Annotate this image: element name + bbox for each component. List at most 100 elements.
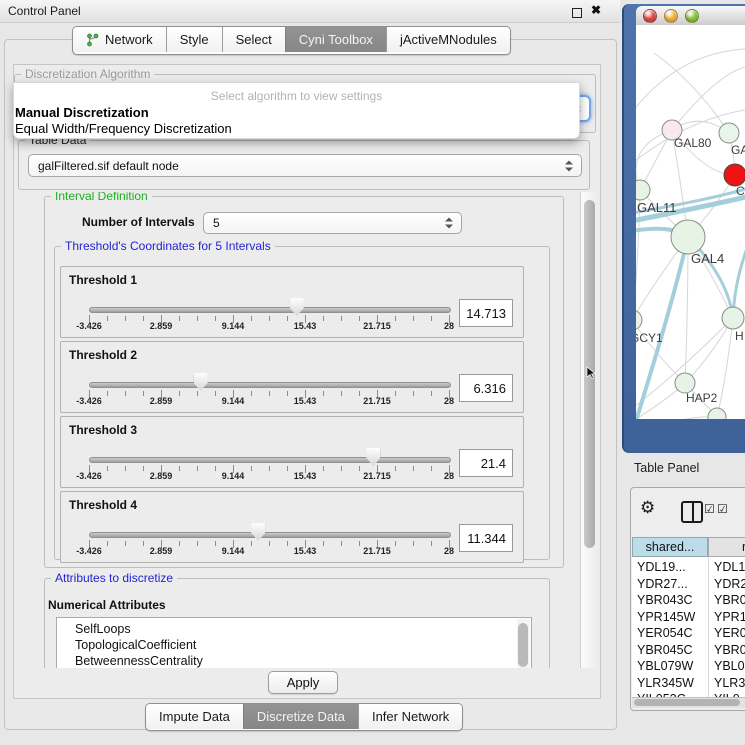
network-node[interactable] xyxy=(636,310,642,330)
table-row-cell[interactable]: YPR1 xyxy=(714,610,745,626)
close-icon[interactable]: ✖ xyxy=(591,3,601,17)
slider-tick-label: 28 xyxy=(444,471,454,481)
network-edge[interactable] xyxy=(636,417,717,419)
combo-stepper-icon xyxy=(445,218,453,229)
network-node-label: GAL80 xyxy=(674,136,712,150)
slider-minor-tick xyxy=(269,391,270,396)
minimize-light[interactable] xyxy=(664,9,678,23)
threshold-slider-thumb[interactable] xyxy=(194,373,208,391)
tab-label: Impute Data xyxy=(159,709,230,724)
algorithm-dropdown-popup: Select algorithm to view settings Manual… xyxy=(13,82,580,139)
attributes-list-scrollbar[interactable] xyxy=(517,619,530,668)
network-edge[interactable] xyxy=(654,53,729,133)
network-edge[interactable] xyxy=(717,318,733,417)
checkbox-icon[interactable]: ☑ xyxy=(704,502,715,516)
settings-gear-icon[interactable]: ⚙ xyxy=(640,498,655,518)
float-window-icon[interactable] xyxy=(572,8,582,18)
table-row-cell[interactable]: YBR0 xyxy=(714,593,745,609)
threshold-slider-track[interactable] xyxy=(89,307,451,313)
checkbox-icon[interactable]: ☑ xyxy=(717,502,728,516)
column-header-name[interactable]: n xyxy=(708,537,745,557)
apply-button[interactable]: Apply xyxy=(268,671,338,694)
zoom-light[interactable] xyxy=(685,9,699,23)
threshold-slider-thumb[interactable] xyxy=(251,523,265,541)
table-row-cell[interactable]: YLR345W xyxy=(637,676,694,692)
table-row-cell[interactable]: YER054C xyxy=(637,626,693,642)
tab-impute-data[interactable]: Impute Data xyxy=(146,704,243,729)
tab-cyni-toolbox[interactable]: Cyni Toolbox xyxy=(285,27,386,52)
network-edge[interactable] xyxy=(636,49,745,115)
network-node-label: GAL4 xyxy=(691,251,724,266)
network-node[interactable] xyxy=(636,180,650,200)
list-item[interactable]: BetweennessCentrality xyxy=(75,654,203,668)
threshold-value-field[interactable]: 11.344 xyxy=(459,524,513,552)
table-row-cell[interactable]: YBL0 xyxy=(714,659,745,675)
table-row-cell[interactable]: YBR043C xyxy=(637,593,693,609)
slider-tick-label: 21.715 xyxy=(363,471,391,481)
table-row-cell[interactable]: YBR0 xyxy=(714,643,745,659)
threshold-slider-thumb[interactable] xyxy=(290,298,304,316)
tab-infer-network[interactable]: Infer Network xyxy=(358,704,462,729)
slider-minor-tick xyxy=(323,466,324,471)
list-item[interactable]: SelfLoops xyxy=(75,622,131,638)
slider-minor-tick xyxy=(341,391,342,396)
slider-minor-tick xyxy=(395,316,396,321)
column-header-shared-name[interactable]: shared... xyxy=(632,537,708,557)
table-row-cell[interactable]: YPR145W xyxy=(637,610,695,626)
table-data-combobox[interactable]: galFiltered.sif default node xyxy=(28,154,582,177)
numerical-attributes-list[interactable]: SelfLoopsTopologicalCoefficientBetweenne… xyxy=(56,617,532,668)
table-hscroll-thumb[interactable] xyxy=(634,699,740,706)
slider-minor-tick xyxy=(413,316,414,321)
network-node[interactable] xyxy=(724,164,745,186)
threshold-slider-track[interactable] xyxy=(89,457,451,463)
slider-minor-tick xyxy=(269,466,270,471)
network-edge[interactable] xyxy=(636,320,685,383)
tab-select[interactable]: Select xyxy=(222,27,285,52)
threshold-slider-track[interactable] xyxy=(89,532,451,538)
table-row-cell[interactable]: YDR2 xyxy=(714,577,745,593)
table-row-cell[interactable]: YDL1 xyxy=(714,560,745,576)
attributes-scroll-thumb[interactable] xyxy=(518,623,528,667)
list-item[interactable]: TopologicalCoefficient xyxy=(75,638,196,654)
tab-network[interactable]: Network xyxy=(73,27,166,52)
node-table[interactable]: shared...n YDL19... YDL1 YDR27... YDR2 YBR043… xyxy=(632,537,745,707)
threshold-label: Threshold 3 xyxy=(69,423,137,437)
split-columns-icon[interactable] xyxy=(681,501,703,523)
tab-jactivemnodules[interactable]: jActiveMNodules xyxy=(386,27,510,52)
tab-style[interactable]: Style xyxy=(166,27,222,52)
network-node[interactable] xyxy=(719,123,739,143)
popup-item-equal-width-frequency[interactable]: Equal Width/Frequency Discretization xyxy=(15,121,232,136)
close-light[interactable] xyxy=(643,9,657,23)
network-window-titlebar[interactable] xyxy=(636,6,745,26)
threshold-label: Threshold 4 xyxy=(69,498,137,512)
network-node[interactable] xyxy=(671,220,705,254)
popup-item-manual-discretization[interactable]: Manual Discretization xyxy=(15,105,149,120)
slider-tick-label: -3.426 xyxy=(76,546,102,556)
settings-vertical-scrollbar[interactable] xyxy=(580,192,598,668)
slider-minor-tick xyxy=(395,466,396,471)
table-row-cell[interactable]: YDR27... xyxy=(637,577,688,593)
table-horizontal-scrollbar[interactable] xyxy=(632,697,745,708)
table-row-cell[interactable]: YER0 xyxy=(714,626,745,642)
tab-discretize-data[interactable]: Discretize Data xyxy=(243,704,358,729)
threshold-value-field[interactable]: 14.713 xyxy=(459,299,513,327)
slider-minor-tick xyxy=(215,466,216,471)
network-node[interactable] xyxy=(722,307,744,329)
table-row-cell[interactable]: YBL079W xyxy=(637,659,693,675)
threshold-panel: Threshold 3-3.4262.8599.14415.4321.71528… xyxy=(60,416,524,488)
slider-minor-tick xyxy=(413,541,414,546)
number-of-intervals-combobox[interactable]: 5 xyxy=(203,212,462,234)
slider-minor-tick xyxy=(323,316,324,321)
slider-minor-tick xyxy=(107,541,108,546)
table-row-cell[interactable]: YLR3 xyxy=(714,676,745,692)
network-node[interactable] xyxy=(675,373,695,393)
threshold-value-field[interactable]: 6.316 xyxy=(459,374,513,402)
slider-minor-tick xyxy=(287,391,288,396)
slider-minor-tick xyxy=(197,316,198,321)
network-canvas[interactable]: GAL80GACGAL11GAL4GCY1HHAP2 xyxy=(636,25,745,419)
threshold-slider-track[interactable] xyxy=(89,382,451,388)
table-row-cell[interactable]: YBR045C xyxy=(637,643,693,659)
threshold-value-field[interactable]: 21.4 xyxy=(459,449,513,477)
threshold-slider-thumb[interactable] xyxy=(366,448,380,466)
table-row-cell[interactable]: YDL19... xyxy=(637,560,686,576)
